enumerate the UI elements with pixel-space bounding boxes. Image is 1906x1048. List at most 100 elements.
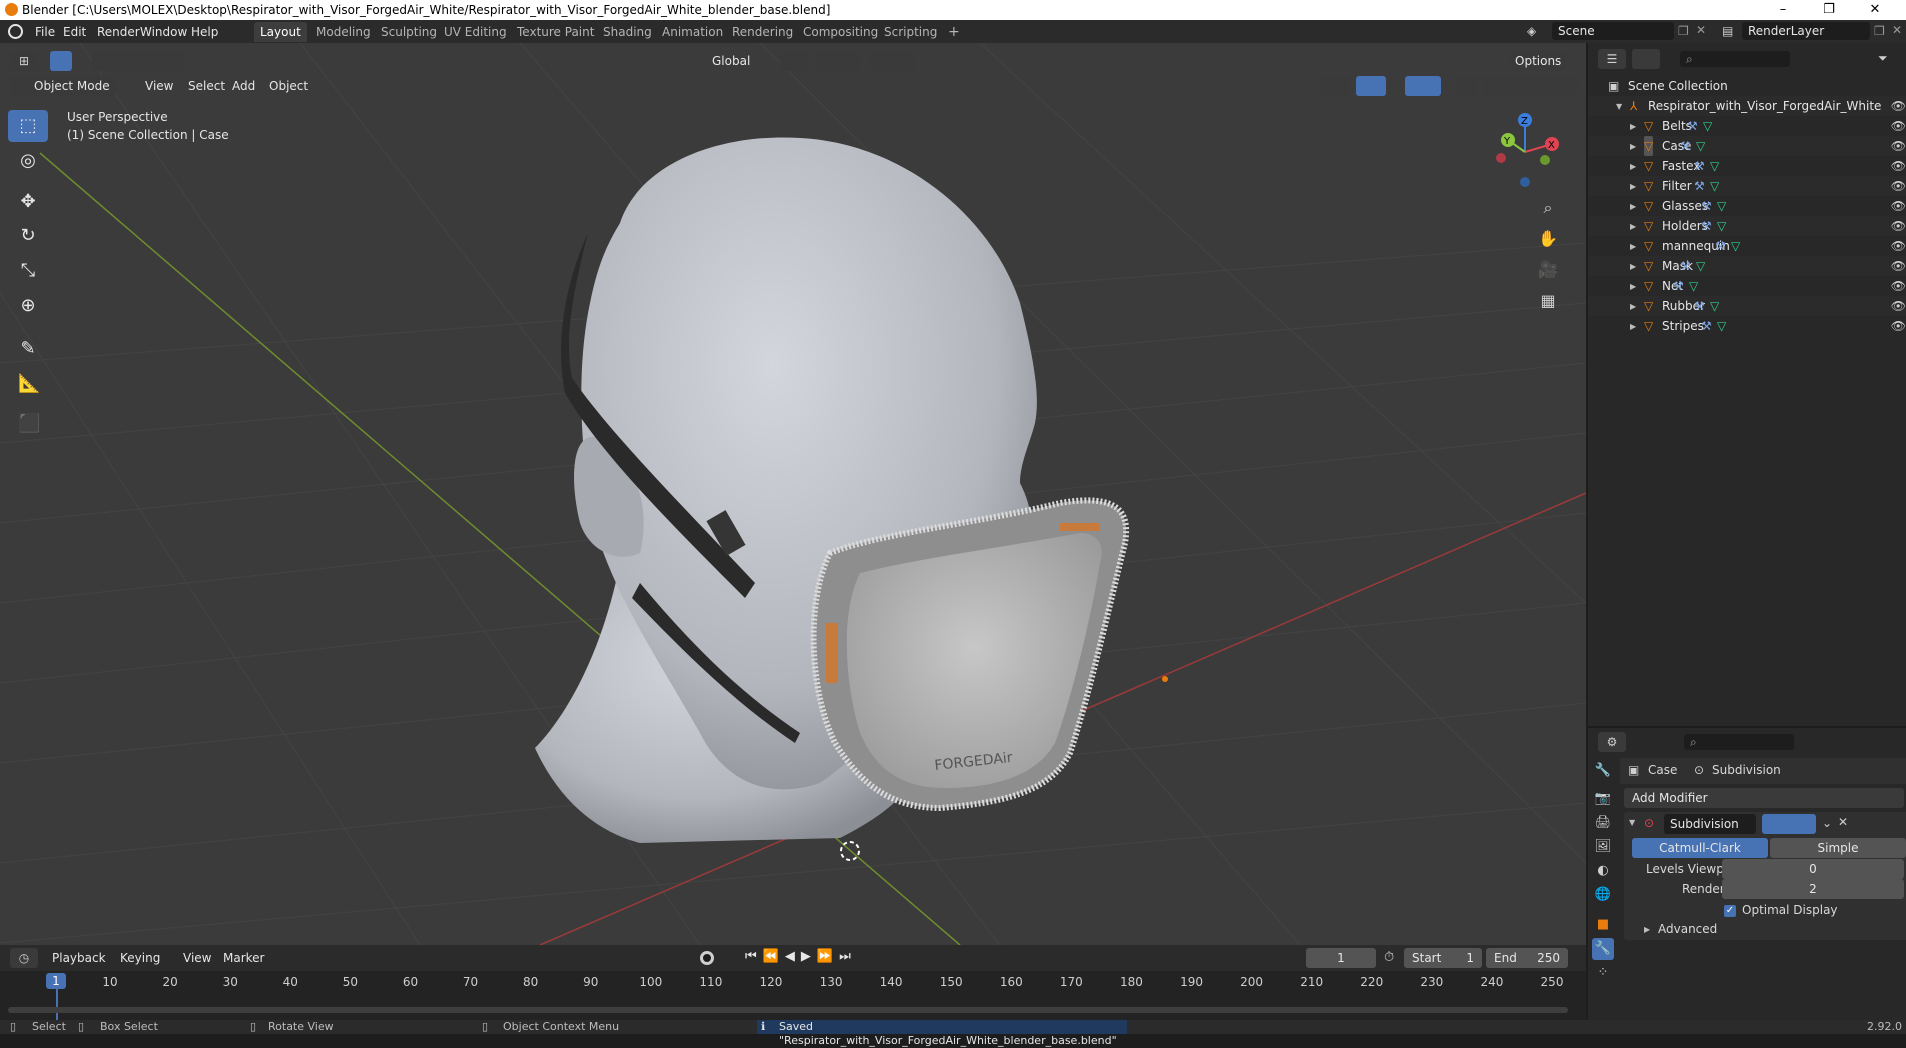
holder-top[interactable] (1060, 523, 1100, 531)
playback-controls[interactable]: ⏮⏪◀▶⏩⏭ (745, 949, 857, 964)
tab-tool-icon[interactable]: 🔧 (1592, 760, 1614, 782)
tab-modifier-icon[interactable]: 🔧 (1592, 938, 1614, 960)
outliner-item-glasses[interactable]: ▶ ▽ Glasses ⚒ ▽ 👁 (1588, 196, 1906, 216)
object-mode-dropdown[interactable]: Object Mode (10, 76, 115, 96)
expand-right-icon[interactable]: ▶ (1630, 317, 1636, 337)
mesh-data-icon[interactable]: ▽ (1696, 140, 1708, 152)
editor-type-icon[interactable]: ⊞ (10, 51, 38, 71)
expand-right-icon[interactable]: ▶ (1630, 137, 1636, 157)
mesh-data-icon[interactable]: ▽ (1717, 220, 1729, 232)
end-frame-field[interactable]: End 250 (1486, 948, 1568, 968)
advanced-section-label[interactable]: Advanced (1658, 922, 1717, 936)
eye-icon[interactable]: 👁 (1891, 176, 1906, 196)
outliner-item-stripes[interactable]: ▶ ▽ Stripes ⚒ ▽ 👁 (1588, 316, 1906, 336)
mesh-data-icon[interactable]: ▽ (1731, 240, 1743, 252)
modifier-wrench-icon[interactable]: ⚒ (1673, 280, 1685, 292)
modifier-wrench-icon[interactable]: ⚒ (1680, 140, 1692, 152)
tab-modeling[interactable]: Modeling (310, 22, 377, 42)
modifier-wrench-icon[interactable]: ⚒ (1687, 120, 1699, 132)
eye-icon[interactable]: 👁 (1891, 236, 1906, 256)
eye-icon[interactable]: 👁 (1891, 96, 1906, 116)
options-dropdown[interactable]: Options (1510, 51, 1567, 71)
scene-selector[interactable]: Scene (1552, 22, 1674, 40)
expand-right-icon[interactable]: ▶ (1630, 197, 1636, 217)
catmull-clark-button[interactable]: Catmull-Clark (1632, 838, 1768, 858)
properties-editor-type-icon[interactable]: ⚙ (1598, 732, 1626, 752)
expand-right-icon[interactable]: ▶ (1630, 237, 1636, 257)
snap-icon[interactable] (815, 51, 861, 71)
eye-icon[interactable]: 👁 (1891, 276, 1906, 296)
playhead-frame-indicator[interactable]: 1 (46, 973, 66, 989)
modifier-wrench-icon[interactable]: ⚒ (1694, 300, 1706, 312)
viewport-menu-select[interactable]: Select (183, 76, 230, 96)
mesh-data-icon[interactable]: ▽ (1710, 160, 1722, 172)
outliner-item-filter[interactable]: ▶ ▽ Filter ⚒ ▽ 👁 (1588, 176, 1906, 196)
add-modifier-dropdown[interactable]: Add Modifier (1624, 788, 1904, 808)
maximize-button[interactable]: ❐ (1806, 0, 1852, 20)
modifier-wrench-icon[interactable]: ⚒ (1680, 260, 1692, 272)
selection-mode-buttons[interactable] (92, 51, 184, 71)
pan-hand-icon[interactable]: ✋ (1535, 226, 1561, 252)
ortho-grid-icon[interactable]: ▦ (1535, 288, 1561, 314)
menu-file[interactable]: File (30, 23, 60, 41)
expand-down-icon[interactable]: ▼ (1616, 97, 1622, 117)
render-levels-field[interactable]: 2 (1722, 879, 1904, 899)
scene-remove-icon[interactable]: ✕ (1696, 23, 1706, 37)
3d-viewport[interactable]: FORGEDAir (0, 43, 1586, 945)
eye-icon[interactable]: 👁 (1891, 256, 1906, 276)
expand-right-icon[interactable]: ▶ (1630, 257, 1636, 277)
gizmo-neg-x[interactable] (1496, 153, 1506, 163)
transform-orientation-dropdown[interactable]: Global (690, 51, 755, 71)
mesh-data-icon[interactable]: ▽ (1689, 280, 1701, 292)
menu-window[interactable]: Window (135, 23, 192, 41)
visibility-icon[interactable] (1320, 76, 1350, 96)
record-icon[interactable] (700, 951, 714, 965)
gizmo-neg-y[interactable] (1540, 155, 1550, 165)
viewport-menu-add[interactable]: Add (227, 76, 260, 96)
viewport-menu-view[interactable]: View (140, 76, 178, 96)
menu-help[interactable]: Help (186, 23, 223, 41)
mesh-data-icon[interactable]: ▽ (1696, 260, 1708, 272)
tab-object-icon[interactable]: ■ (1592, 914, 1614, 936)
shading-mode-icons[interactable] (1482, 76, 1578, 96)
outliner-item-net[interactable]: ▶ ▽ Net ⚒ ▽ 👁 (1588, 276, 1906, 296)
modifier-dropdown-icon[interactable]: ⌄ (1822, 816, 1832, 830)
tab-layout[interactable]: Layout (254, 22, 307, 42)
expand-right-icon[interactable]: ▶ (1630, 277, 1636, 297)
tool-move[interactable]: ✥ (8, 186, 48, 218)
select-mode-icon[interactable] (50, 51, 72, 71)
pivot-point-icon[interactable] (780, 51, 808, 71)
mesh-data-icon[interactable]: ▽ (1717, 200, 1729, 212)
tab-rendering[interactable]: Rendering (726, 22, 799, 42)
timeline-menu-view[interactable]: View (178, 948, 216, 968)
gizmo-neg-z[interactable] (1520, 177, 1530, 187)
outliner-item-mask[interactable]: ▶ ▽ Mask ⚒ ▽ 👁 (1588, 256, 1906, 276)
add-workspace-icon[interactable]: + (942, 22, 966, 42)
expand-right-icon[interactable]: ▶ (1630, 157, 1636, 177)
navigation-gizmo[interactable]: Z X Y (1490, 110, 1560, 190)
optimal-display-checkbox[interactable]: ✓ (1724, 905, 1736, 917)
display-mode-icon[interactable] (1632, 49, 1660, 69)
modifier-visibility-toggles[interactable] (1762, 814, 1816, 834)
tab-scene-icon[interactable]: ◐ (1592, 860, 1614, 882)
eye-icon[interactable]: 👁 (1891, 136, 1906, 156)
tab-animation[interactable]: Animation (656, 22, 729, 42)
tool-measure[interactable]: 📐 (8, 368, 48, 400)
outliner-scene-collection[interactable]: ▣ Scene Collection (1588, 76, 1906, 96)
levels-viewport-field[interactable]: 0 (1722, 859, 1904, 879)
outliner-item-case[interactable]: ▶ ▽ Case ⚒ ▽ 👁 (1588, 136, 1906, 156)
modifier-wrench-icon[interactable]: ⚒ (1701, 220, 1713, 232)
outliner-search-input[interactable]: ⌕ (1680, 51, 1790, 67)
xray-icon[interactable] (1456, 76, 1478, 96)
eye-icon[interactable]: 👁 (1891, 296, 1906, 316)
properties-search-input[interactable]: ⌕ (1684, 734, 1794, 750)
mesh-data-icon[interactable]: ▽ (1710, 300, 1722, 312)
scene-new-icon[interactable]: ❐ (1678, 24, 1689, 38)
tab-particles-icon[interactable]: ⁘ (1592, 962, 1614, 984)
menu-edit[interactable]: Edit (58, 23, 91, 41)
tool-transform[interactable]: ⊕ (8, 290, 48, 322)
camera-icon[interactable]: 🎥 (1535, 257, 1561, 283)
holder-left[interactable] (826, 623, 838, 683)
zoom-icon[interactable]: ⌕ (1535, 195, 1561, 221)
mesh-data-icon[interactable]: ▽ (1703, 120, 1715, 132)
